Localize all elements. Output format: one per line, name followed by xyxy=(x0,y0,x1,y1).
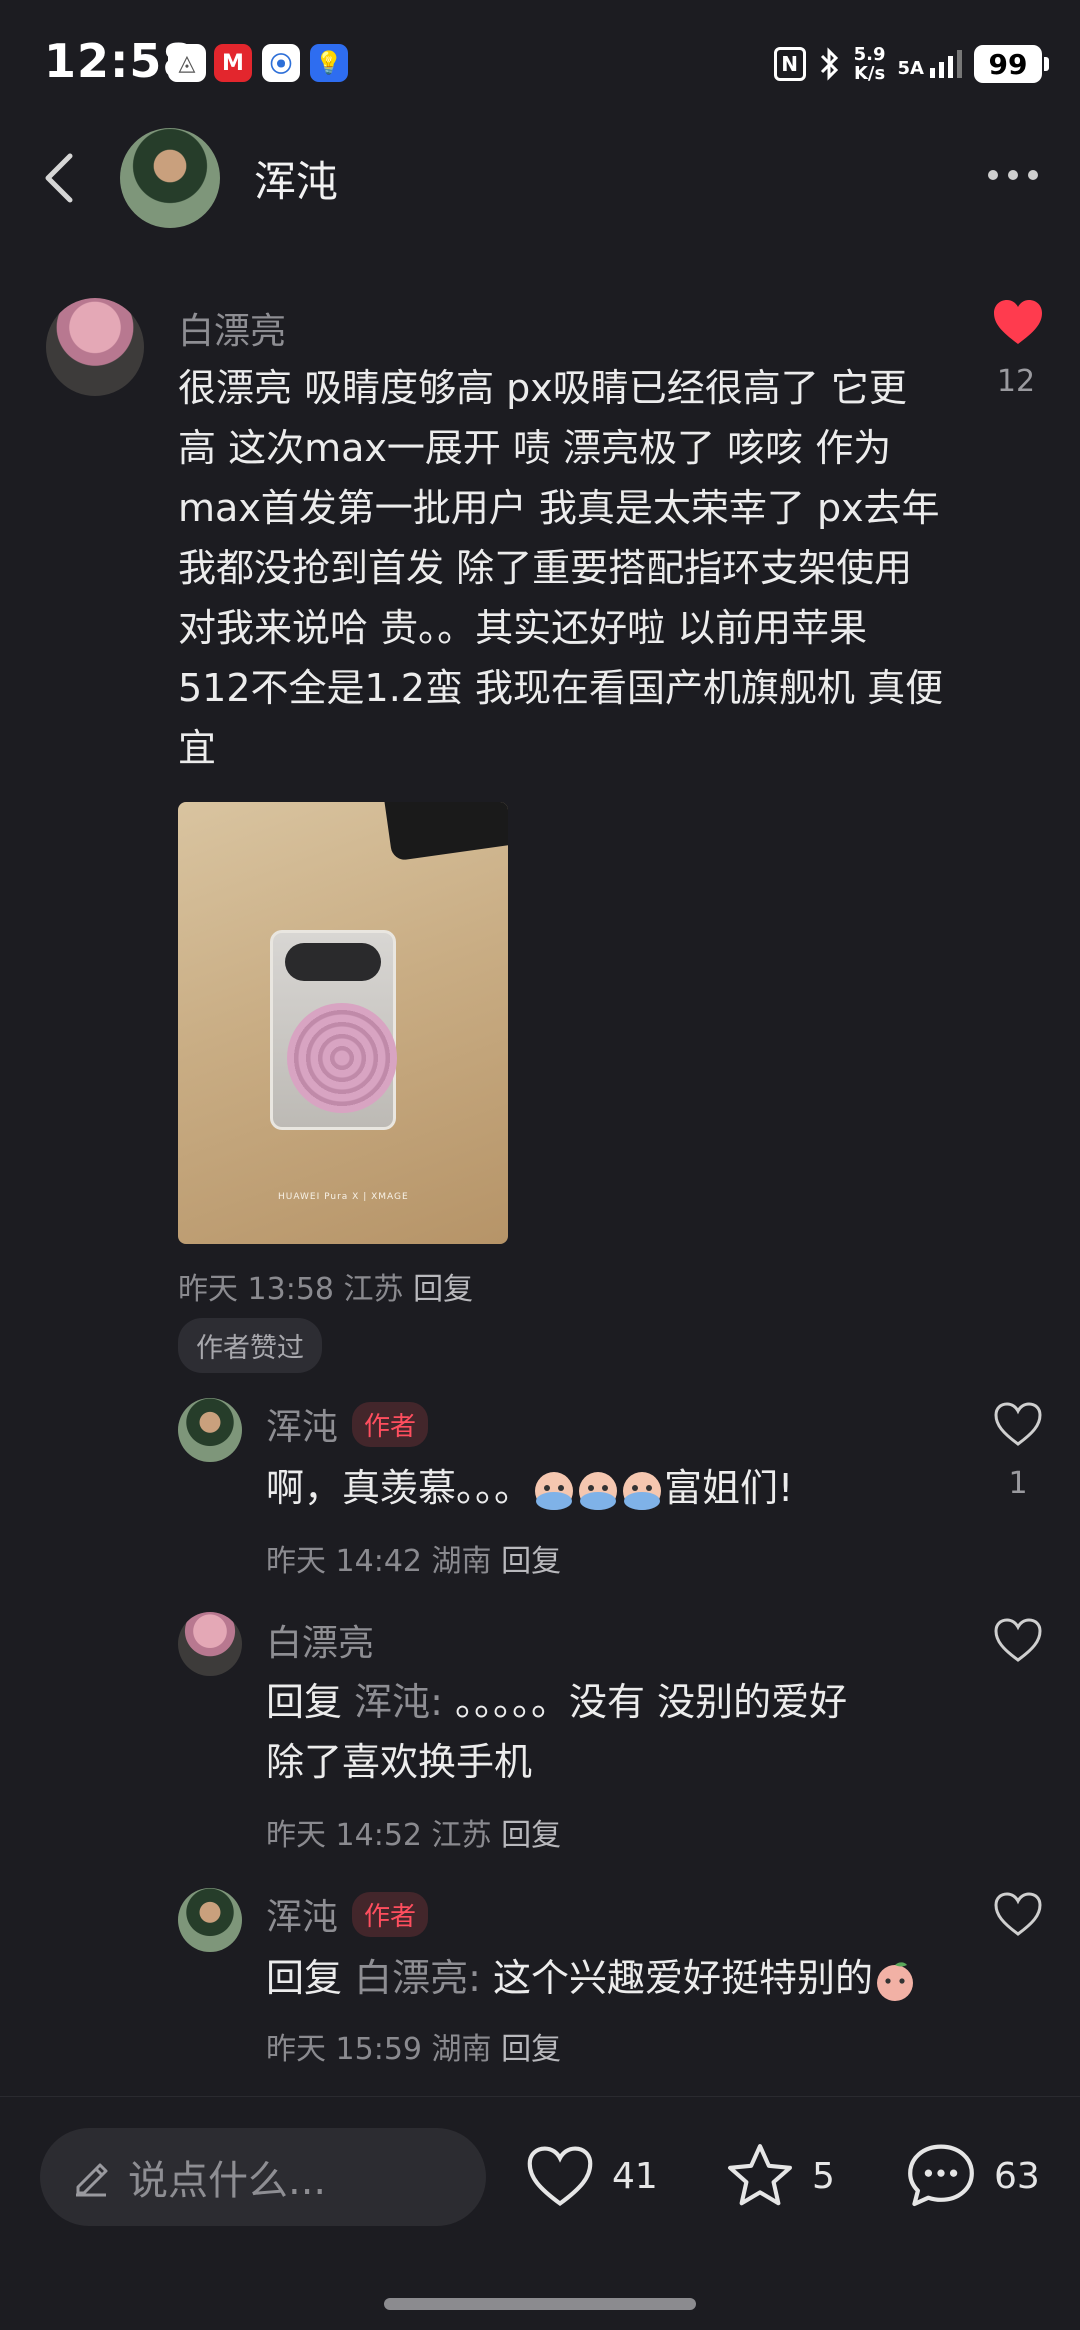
heart-outline-icon xyxy=(994,1618,1042,1662)
comment-meta: 昨天 13:58 江苏 回复 xyxy=(178,1264,473,1308)
home-indicator[interactable] xyxy=(384,2298,696,2310)
reply-text: 回复 浑沌: 。。。。。没有 没别的爱好 除了喜欢换手机 xyxy=(266,1680,848,1784)
reply-text: 回复 白漂亮: 这个兴趣爱好挺特别的 xyxy=(266,1948,917,2008)
heart-outline-icon xyxy=(994,1402,1042,1446)
comment-author[interactable]: 白漂亮 xyxy=(178,302,286,354)
star-icon xyxy=(728,2144,792,2206)
comment-reply-button[interactable]: 回复 xyxy=(413,1272,473,1307)
header-avatar[interactable] xyxy=(120,128,220,228)
status-bar: 12:58 ◬ M ⦿ 💡 N 5.9 K/s 5A 99 xyxy=(0,0,1080,120)
comment-like-button[interactable] xyxy=(992,298,1044,346)
reply-like-button[interactable] xyxy=(992,1890,1044,1942)
back-arrow-icon xyxy=(45,153,73,203)
input-placeholder: 说点什么... xyxy=(128,2158,327,2204)
app-notification-icon-3: ⦿ xyxy=(262,44,300,82)
battery-indicator: 99 xyxy=(974,45,1049,83)
comments-action[interactable]: 63 xyxy=(904,2138,1040,2214)
signal-icon: 5A xyxy=(898,50,962,78)
pen-icon xyxy=(76,2163,108,2197)
author-badge: 作者 xyxy=(352,1401,429,1447)
back-button[interactable] xyxy=(40,150,80,206)
comments-total: 63 xyxy=(994,2155,1040,2197)
comment-photo[interactable]: HUAWEI Pura X | XMAGE xyxy=(178,802,508,1244)
comment-avatar[interactable] xyxy=(46,298,144,396)
reply-like-count: 1 xyxy=(1008,1466,1028,1501)
photo-watermark: HUAWEI Pura X | XMAGE xyxy=(278,1192,409,1202)
reply-avatar[interactable] xyxy=(178,1398,242,1462)
favorite-total: 5 xyxy=(812,2155,835,2197)
crying-emoji-icon xyxy=(623,1471,662,1510)
comment-like-count: 12 xyxy=(996,364,1036,399)
comment-text: 很漂亮 吸睛度够高 px吸睛已经很高了 它更 高 这次max一展开 啧 漂亮极了… xyxy=(178,366,944,770)
reply-author[interactable]: 浑沌 xyxy=(266,1888,338,1940)
more-button[interactable] xyxy=(988,160,1044,190)
reply-header: 浑沌 作者 xyxy=(266,1888,429,1940)
author-liked-chip: 作者赞过 xyxy=(178,1318,322,1373)
reply-like-button[interactable] xyxy=(992,1400,1044,1452)
reply-author[interactable]: 白漂亮 xyxy=(266,1614,374,1666)
comment-time: 昨天 13:58 xyxy=(178,1272,334,1307)
app-notification-icon-4: 💡 xyxy=(310,44,348,82)
reply-meta: 昨天 14:42 湖南 回复 xyxy=(266,1544,562,1579)
status-right-group: N 5.9 K/s 5A 99 xyxy=(773,40,1049,88)
reply-header: 浑沌 作者 xyxy=(266,1398,429,1450)
reply-text: 啊，真羡慕。。。 富姐们! xyxy=(266,1458,793,1518)
bluetooth-icon xyxy=(820,47,838,81)
comment-input[interactable]: 说点什么... xyxy=(40,2128,486,2226)
reply-avatar[interactable] xyxy=(178,1612,242,1676)
app-notification-icon-2: M xyxy=(214,44,252,82)
crying-emoji-icon xyxy=(579,1471,618,1510)
more-icon xyxy=(988,170,998,180)
reply-reply-button[interactable]: 回复 xyxy=(501,1818,561,1853)
reply-reply-button[interactable]: 回复 xyxy=(501,2032,561,2067)
crying-emoji-icon xyxy=(535,1471,574,1510)
heart-filled-icon xyxy=(994,300,1042,344)
reply-meta: 昨天 14:52 江苏 回复 xyxy=(266,1818,562,1853)
author-badge: 作者 xyxy=(352,1891,429,1937)
peach-emoji-icon xyxy=(877,1961,914,2001)
reply-meta: 昨天 15:59 湖南 回复 xyxy=(266,2032,562,2067)
favorite-action[interactable]: 5 xyxy=(724,2138,835,2214)
nfc-icon: N xyxy=(773,47,806,81)
network-speed: 5.9 K/s xyxy=(853,44,886,84)
reply-reply-button[interactable]: 回复 xyxy=(501,1544,561,1579)
reply-like-button[interactable] xyxy=(992,1616,1044,1668)
reply-avatar[interactable] xyxy=(178,1888,242,1952)
reply-author[interactable]: 浑沌 xyxy=(266,1398,338,1450)
like-total: 41 xyxy=(612,2155,658,2197)
like-action[interactable]: 41 xyxy=(524,2138,658,2214)
app-notification-icon-1: ◬ xyxy=(168,44,206,82)
header-title: 浑沌 xyxy=(254,157,339,206)
chat-bubble-icon xyxy=(908,2144,974,2207)
heart-outline-icon xyxy=(994,1892,1042,1936)
comment-location: 江苏 xyxy=(343,1272,404,1307)
phone-in-photo xyxy=(270,930,397,1130)
heart-outline-icon xyxy=(527,2146,593,2207)
